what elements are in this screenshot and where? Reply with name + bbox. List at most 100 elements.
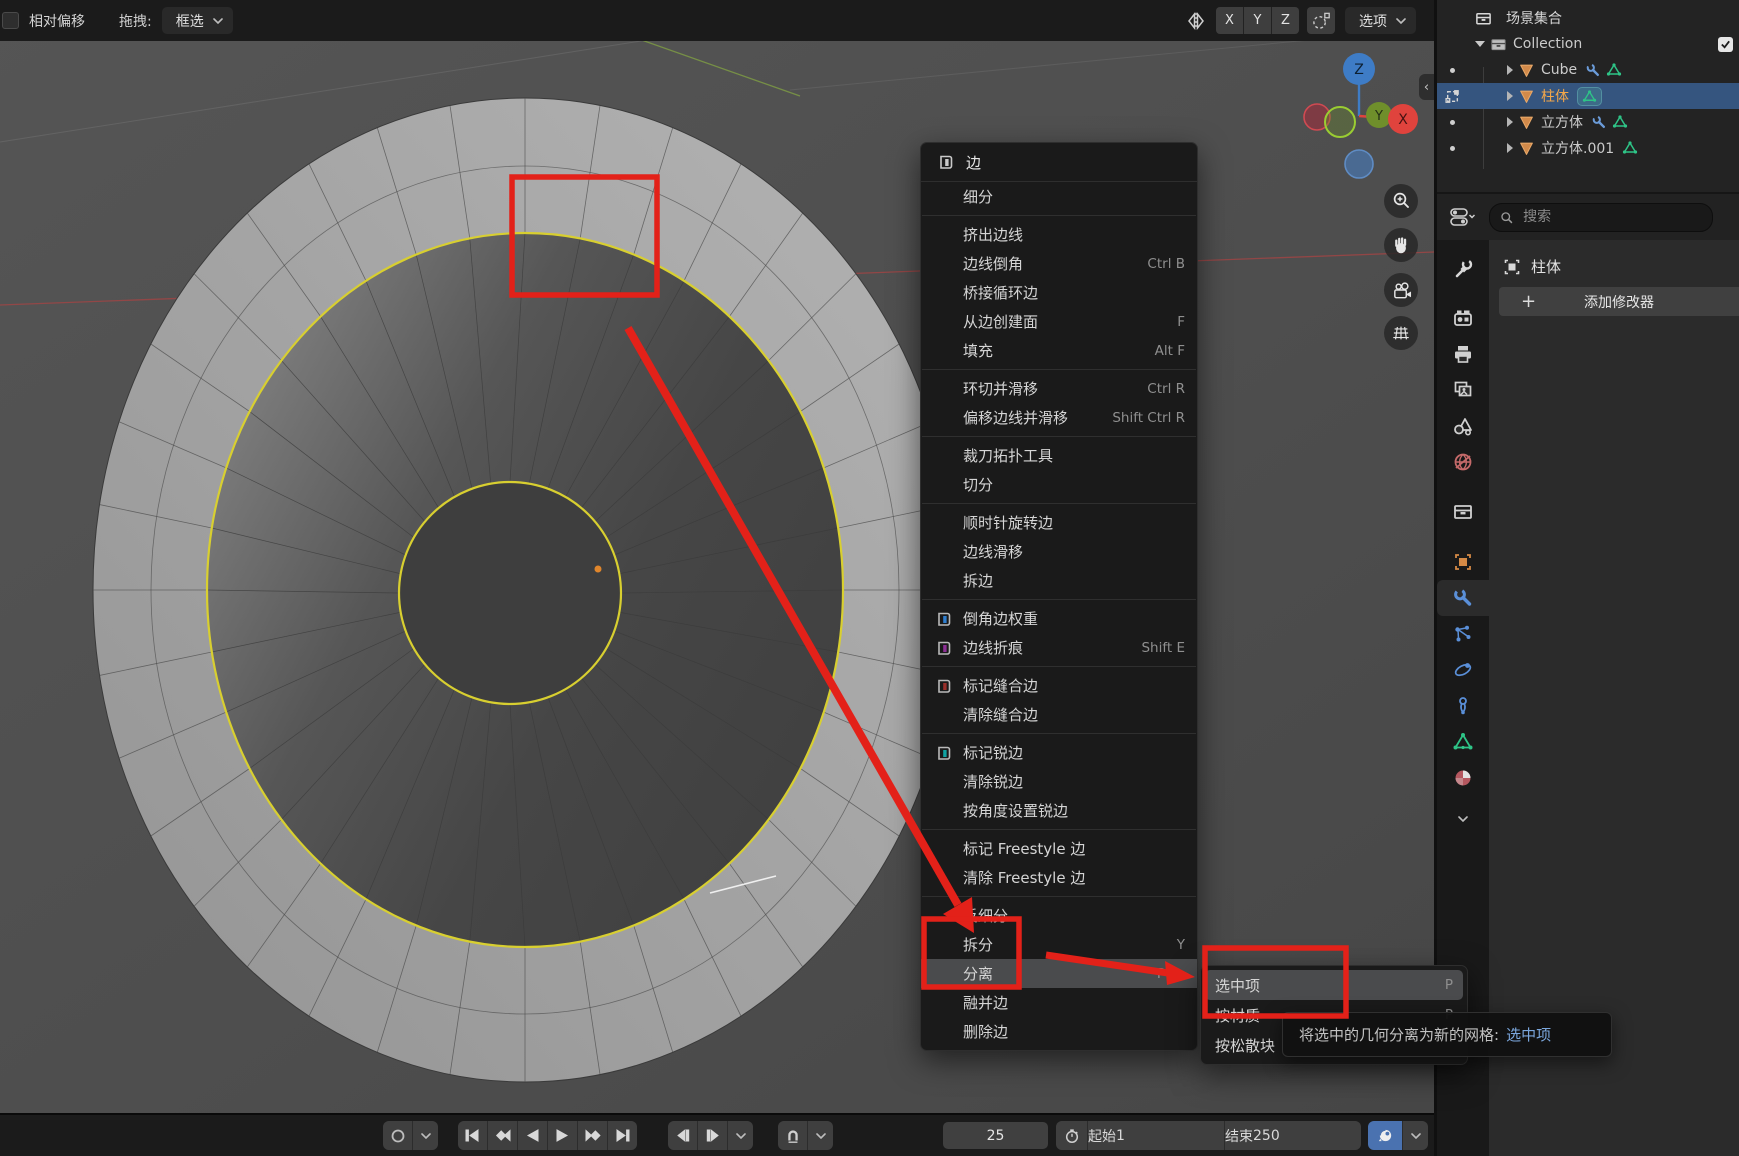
tabs-scroll-chevron[interactable] [1437, 816, 1489, 822]
menu-item[interactable]: 清除 Freestyle 边 [921, 863, 1197, 892]
play-button[interactable] [548, 1121, 577, 1150]
tab-modifiers[interactable] [1437, 580, 1489, 616]
pan-tool-button[interactable] [1384, 228, 1418, 262]
next-keyframe-button[interactable] [578, 1121, 607, 1150]
menu-item[interactable]: 边线滑移 [921, 537, 1197, 566]
outliner-row[interactable]: Collection [1437, 31, 1739, 57]
zoom-tool-button[interactable] [1384, 184, 1418, 218]
menu-item[interactable]: 删除边 [921, 1017, 1197, 1046]
tab-physics[interactable] [1437, 652, 1489, 688]
collection-checkbox[interactable] [1718, 37, 1733, 52]
tab-collection[interactable] [1437, 494, 1489, 530]
menu-item[interactable]: 拆边 [921, 566, 1197, 595]
tab-view-layer[interactable] [1437, 372, 1489, 408]
menu-item[interactable]: 细分 [921, 182, 1197, 211]
expand-chevron[interactable] [1475, 41, 1485, 47]
tab-render[interactable] [1437, 300, 1489, 336]
menu-item[interactable]: 挤出边线 [921, 220, 1197, 249]
menu-item[interactable]: 分离 P [921, 959, 1197, 988]
snap-dropdown[interactable] [808, 1121, 833, 1150]
submenu-item[interactable]: 选中项 P [1205, 970, 1463, 1000]
toggle-grid-button[interactable] [1384, 316, 1418, 350]
current-frame-field[interactable]: 25 [943, 1122, 1048, 1149]
prev-keyframe-button[interactable] [488, 1121, 517, 1150]
tab-particles[interactable] [1437, 616, 1489, 652]
mesh-data-icon-active[interactable] [1577, 87, 1602, 106]
relative-offset-checkbox[interactable] [2, 12, 19, 29]
mirror-x-button[interactable]: X [1216, 7, 1243, 34]
menu-item[interactable]: 标记 Freestyle 边 [921, 834, 1197, 863]
tab-world[interactable] [1437, 444, 1489, 480]
display-filter-button[interactable] [1445, 203, 1479, 231]
gizmo-minus-z[interactable] [1345, 150, 1373, 178]
menu-item[interactable]: 拆分 Y [921, 930, 1197, 959]
gizmo-minus-y[interactable] [1325, 107, 1355, 137]
menu-item[interactable]: 环切并滑移 Ctrl R [921, 374, 1197, 403]
tab-scene[interactable] [1437, 408, 1489, 444]
menu-item[interactable]: 边线折痕 Shift E [921, 633, 1197, 662]
use-preview-range-button[interactable] [1056, 1121, 1087, 1150]
menu-item[interactable]: 标记锐边 [921, 738, 1197, 767]
modifier-wrench-icon[interactable] [1585, 62, 1601, 78]
options-dropdown[interactable]: 选项 [1345, 7, 1416, 34]
add-modifier-button[interactable]: + 添加修改器 [1499, 287, 1739, 316]
outliner-row[interactable]: Cube [1437, 57, 1739, 83]
outliner-row[interactable]: 柱体 [1437, 83, 1739, 109]
collapse-chevron[interactable] [1507, 65, 1513, 75]
tab-output[interactable] [1437, 336, 1489, 372]
mirror-z-button[interactable]: Z [1272, 7, 1299, 34]
tab-object-data[interactable] [1437, 724, 1489, 760]
search-input[interactable] [1521, 208, 1702, 226]
scene-collection-row[interactable]: 场景集合 [1437, 5, 1739, 31]
outliner-row[interactable]: 立方体 [1437, 109, 1739, 135]
menu-item[interactable]: 桥接循环边 [921, 278, 1197, 307]
menu-item[interactable]: 标记缝合边 [921, 671, 1197, 700]
snap-magnet-button[interactable] [778, 1121, 807, 1150]
menu-item[interactable]: 反细分 [921, 901, 1197, 930]
camera-view-button[interactable] [1384, 273, 1418, 307]
tab-object[interactable] [1437, 544, 1489, 580]
menu-item[interactable]: 偏移边线并滑移 Shift Ctrl R [921, 403, 1197, 432]
viewport-3d[interactable]: 相对偏移 拖拽: 框选 X Y Z 选项 [0, 0, 1434, 1113]
menu-item[interactable]: 切分 [921, 470, 1197, 499]
sync-dropdown[interactable] [1403, 1121, 1428, 1150]
menu-item[interactable]: 裁刀拓扑工具 [921, 441, 1197, 470]
menu-item[interactable]: 倒角边权重 [921, 604, 1197, 633]
menu-item[interactable]: 边线倒角 Ctrl B [921, 249, 1197, 278]
menu-item[interactable]: 顺时针旋转边 [921, 508, 1197, 537]
collapse-chevron[interactable] [1507, 143, 1513, 153]
collapse-chevron[interactable] [1507, 91, 1513, 101]
properties-search[interactable] [1489, 203, 1713, 232]
mesh-data-icon[interactable] [1606, 62, 1622, 78]
sidebar-collapse-arrow[interactable]: ‹ [1419, 74, 1434, 100]
menu-item[interactable]: 从边创建面 F [921, 307, 1197, 336]
menu-item[interactable]: 融并边 [921, 988, 1197, 1017]
record-button[interactable] [383, 1121, 412, 1150]
step-back-button[interactable] [668, 1121, 697, 1150]
mesh-data-icon[interactable] [1612, 114, 1628, 130]
playback-dropdown[interactable] [728, 1121, 753, 1150]
frame-end-field[interactable]: 结束 250 [1225, 1121, 1361, 1150]
tab-constraints[interactable] [1437, 688, 1489, 724]
tab-material[interactable] [1437, 760, 1489, 796]
frame-start-field[interactable]: 起始 1 [1088, 1121, 1224, 1150]
menu-item[interactable]: 清除锐边 [921, 767, 1197, 796]
menu-item[interactable]: 填充 Alt F [921, 336, 1197, 365]
tab-tool[interactable] [1437, 250, 1489, 286]
mirror-y-button[interactable]: Y [1244, 7, 1271, 34]
step-forward-button[interactable] [698, 1121, 727, 1150]
modifier-wrench-icon[interactable] [1591, 114, 1607, 130]
mesh-data-icon[interactable] [1622, 140, 1638, 156]
collapse-chevron[interactable] [1507, 117, 1513, 127]
menu-item[interactable]: 清除缝合边 [921, 700, 1197, 729]
navigation-gizmo[interactable]: Y X Z [1279, 36, 1434, 196]
auto-keying-dropdown[interactable] [413, 1121, 438, 1150]
play-reverse-button[interactable] [518, 1121, 547, 1150]
jump-to-end-button[interactable] [608, 1121, 637, 1150]
mirror-butterfly-icon[interactable] [1184, 10, 1208, 32]
sync-button[interactable] [1368, 1121, 1402, 1150]
menu-item[interactable]: 按角度设置锐边 [921, 796, 1197, 825]
outliner-row[interactable]: 立方体.001 [1437, 135, 1739, 161]
proportional-editing-button[interactable] [1307, 7, 1335, 34]
drag-mode-dropdown[interactable]: 框选 [162, 7, 233, 34]
